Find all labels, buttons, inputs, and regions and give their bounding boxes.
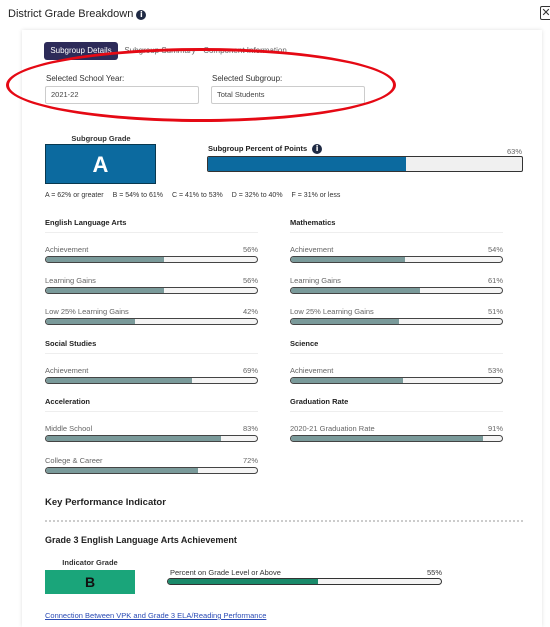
metric-label: Achievement xyxy=(290,245,334,254)
metric-bar xyxy=(45,256,258,263)
metric-bar xyxy=(290,435,503,442)
section-divider xyxy=(45,232,258,233)
metric-bar xyxy=(45,467,258,474)
metric-label: Low 25% Learning Gains xyxy=(45,307,129,316)
metric-label: Achievement xyxy=(45,245,89,254)
metric-label: Learning Gains xyxy=(45,276,96,285)
percent-of-points-title: Subgroup Percent of Points i xyxy=(208,144,323,154)
metric-bar-fill xyxy=(291,257,405,262)
metric-value: 53% xyxy=(487,366,503,375)
metric-bar xyxy=(290,377,503,384)
metric-value: 56% xyxy=(242,276,258,285)
vpk-connection-link[interactable]: Connection Between VPK and Grade 3 ELA/R… xyxy=(45,611,266,620)
metric-value: 91% xyxy=(487,424,503,433)
metric-bar-fill xyxy=(291,436,483,441)
indicator-bar-value: 55% xyxy=(426,568,442,577)
section-title-social-studies: Social Studies xyxy=(45,339,97,348)
indicator-bar xyxy=(167,578,442,585)
metric-value: 51% xyxy=(487,307,503,316)
metric-bar-fill xyxy=(46,288,165,293)
metric-value: 72% xyxy=(242,456,258,465)
info-icon[interactable]: i xyxy=(312,144,323,154)
section-divider xyxy=(290,411,503,412)
metric-bar-fill xyxy=(291,288,420,293)
metric-bar xyxy=(45,435,258,442)
dialog-title: District Grade Breakdown i xyxy=(8,8,147,20)
metric-label: Low 25% Learning Gains xyxy=(290,307,374,316)
metric-value: 42% xyxy=(242,307,258,316)
legend-item: F = 31% or less xyxy=(291,192,341,199)
percent-of-points-fill xyxy=(208,157,406,171)
subgroup-grade-label: Subgroup Grade xyxy=(71,134,131,143)
section-divider xyxy=(290,353,503,354)
kpi-title: Key Performance Indicator xyxy=(45,497,166,508)
metric-label: College & Career xyxy=(45,456,103,465)
metric-value: 61% xyxy=(487,276,503,285)
annotation-ellipse xyxy=(6,48,396,122)
indicator-grade-label: Indicator Grade xyxy=(62,558,118,567)
subgroup-grade-badge: A xyxy=(45,144,156,184)
section-divider xyxy=(45,353,258,354)
kpi-divider xyxy=(45,520,523,522)
metric-bar xyxy=(45,318,258,325)
legend-item: A = 62% or greater xyxy=(45,192,104,199)
metric-value: 83% xyxy=(242,424,258,433)
dialog-header: District Grade Breakdown i ✕ xyxy=(0,0,550,28)
percent-of-points-bar xyxy=(207,156,523,172)
metric-bar-fill xyxy=(46,436,222,441)
section-title-ela: English Language Arts xyxy=(45,218,127,227)
metric-bar-fill xyxy=(46,378,192,383)
metric-label: Middle School xyxy=(45,424,93,433)
indicator-grade-badge: B xyxy=(45,570,135,594)
metric-bar-fill xyxy=(46,319,135,324)
metric-label: Learning Gains xyxy=(290,276,341,285)
close-button[interactable]: ✕ xyxy=(540,6,550,20)
metric-bar-fill xyxy=(291,378,403,383)
metric-bar xyxy=(290,318,503,325)
metric-bar-fill xyxy=(46,468,198,473)
section-divider xyxy=(45,411,258,412)
metric-bar xyxy=(290,287,503,294)
metric-bar-fill xyxy=(291,319,399,324)
indicator-bar-fill xyxy=(168,579,319,584)
legend-item: D = 32% to 40% xyxy=(231,192,283,199)
metric-bar-fill xyxy=(46,257,165,262)
metric-label: Achievement xyxy=(45,366,89,375)
metric-value: 56% xyxy=(242,245,258,254)
section-title-science: Science xyxy=(290,339,319,348)
info-icon[interactable]: i xyxy=(136,10,147,20)
metric-label: Achievement xyxy=(290,366,334,375)
metric-bar xyxy=(290,256,503,263)
section-title-math: Mathematics xyxy=(290,218,336,227)
indicator-bar-label: Percent on Grade Level or Above xyxy=(170,568,281,577)
percent-of-points-value: 63% xyxy=(506,147,522,156)
legend-item: B = 54% to 61% xyxy=(112,192,163,199)
metric-value: 69% xyxy=(242,366,258,375)
metric-value: 54% xyxy=(487,245,503,254)
legend-item: C = 41% to 53% xyxy=(171,192,223,199)
section-title-graduation-rate: Graduation Rate xyxy=(290,397,349,406)
kpi-subtitle: Grade 3 English Language Arts Achievemen… xyxy=(45,535,237,545)
metric-label: 2020-21 Graduation Rate xyxy=(290,424,375,433)
section-divider xyxy=(290,232,503,233)
metric-bar xyxy=(45,287,258,294)
grade-legend: A = 62% or greater B = 54% to 61% C = 41% … xyxy=(45,192,349,199)
section-title-acceleration: Acceleration xyxy=(45,397,91,406)
metric-bar xyxy=(45,377,258,384)
